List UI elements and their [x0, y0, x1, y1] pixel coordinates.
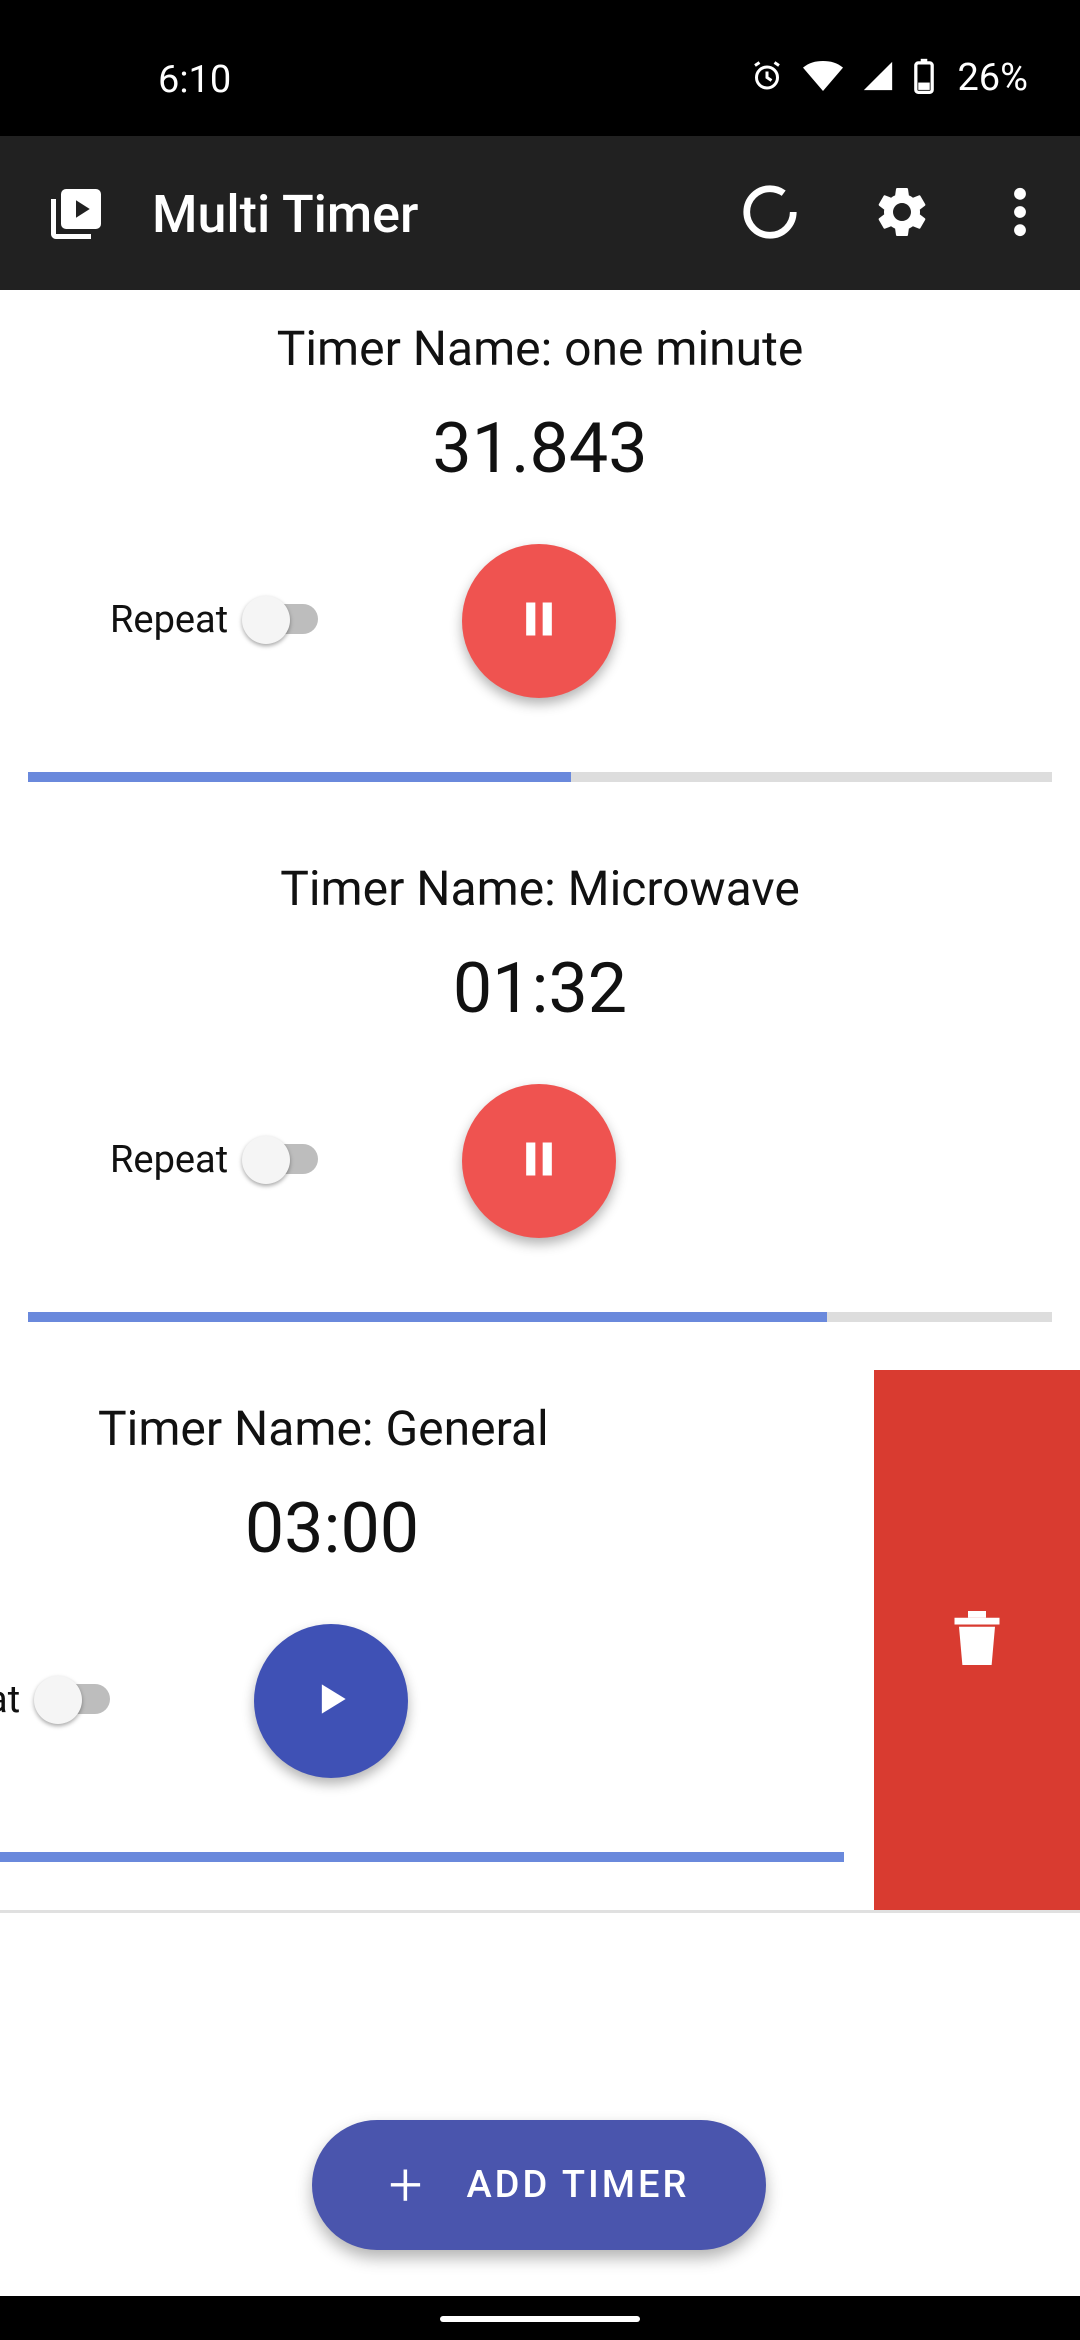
timer-name: Timer Name: Microwave	[280, 860, 800, 917]
refresh-circle-icon	[739, 181, 801, 247]
timer-time: 01:32	[452, 948, 628, 1030]
timer-card[interactable]: Timer Name: Microwave 01:32 Repeat	[0, 830, 1080, 1373]
repeat-switch[interactable]	[242, 1130, 328, 1186]
more-vert-icon	[1012, 187, 1028, 241]
battery-percent: 26%	[957, 56, 1028, 100]
delete-timer-button[interactable]	[874, 1370, 1080, 1910]
repeat-switch[interactable]	[242, 590, 328, 646]
signal-icon	[861, 59, 895, 97]
timer-progress-bar	[0, 1852, 844, 1862]
plus-icon: +	[388, 2149, 423, 2220]
battery-icon	[913, 58, 935, 98]
app-bar: Multi Timer	[0, 136, 1080, 290]
repeat-label: Repeat	[110, 1138, 229, 1182]
repeat-label: Repeat	[0, 1678, 21, 1722]
refresh-button[interactable]	[732, 176, 808, 252]
swiped-card-content: Timer Name: General 03:00 Repeat	[0, 1370, 872, 1910]
status-bar: 6:10 26%	[0, 0, 1080, 136]
app-logo-icon	[46, 184, 106, 248]
pause-icon	[517, 597, 561, 645]
trash-icon	[954, 1611, 1000, 1669]
repeat-switch[interactable]	[34, 1670, 120, 1726]
timer-name: Timer Name: General	[98, 1400, 549, 1457]
repeat-label: Repeat	[110, 598, 229, 642]
add-timer-button[interactable]: + ADD TIMER	[312, 2120, 766, 2250]
gear-icon	[872, 182, 932, 246]
status-time: 6:10	[158, 58, 232, 102]
progress-fill	[0, 1852, 844, 1862]
play-button[interactable]	[254, 1624, 408, 1778]
progress-fill	[28, 772, 571, 782]
home-handle[interactable]	[440, 2316, 640, 2322]
alarm-icon	[749, 58, 785, 98]
overflow-menu-button[interactable]	[982, 176, 1058, 252]
timer-card[interactable]: Timer Name: one minute 31.843 Repeat	[0, 290, 1080, 833]
status-icons: 26%	[749, 56, 1028, 100]
gesture-nav-bar	[0, 2296, 1080, 2340]
timer-progress-bar	[28, 1312, 1052, 1322]
timer-name: Timer Name: one minute	[276, 320, 804, 377]
timer-time: 03:00	[244, 1488, 420, 1570]
pause-button[interactable]	[462, 544, 616, 698]
play-icon	[309, 1677, 353, 1725]
wifi-icon	[803, 59, 844, 97]
pause-icon	[517, 1137, 561, 1185]
app-title: Multi Timer	[152, 184, 419, 245]
add-timer-label: ADD TIMER	[466, 2163, 690, 2207]
settings-button[interactable]	[864, 176, 940, 252]
timer-time: 31.843	[432, 408, 648, 490]
pause-button[interactable]	[462, 1084, 616, 1238]
timer-card-swiped[interactable]: Timer Name: General 03:00 Repeat	[0, 1370, 1080, 1913]
progress-fill	[28, 1312, 827, 1322]
timer-progress-bar	[28, 772, 1052, 782]
